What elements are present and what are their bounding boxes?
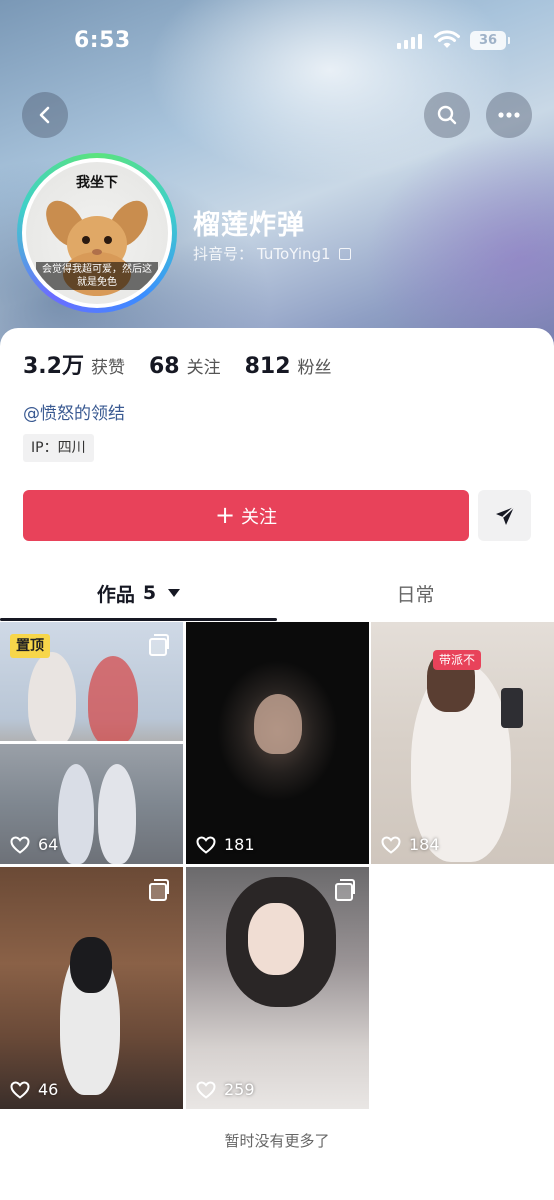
chevron-left-icon: [39, 106, 50, 124]
tab-daily[interactable]: 日常: [277, 566, 554, 620]
like-count: 46: [10, 1080, 58, 1099]
stat-likes-value: 3.2万: [23, 354, 84, 379]
multi-image-icon: [149, 879, 169, 901]
heart-icon: [381, 835, 401, 854]
multi-image-icon: [149, 634, 169, 656]
like-count: 184: [381, 835, 440, 854]
plus-icon: +: [214, 500, 236, 529]
douyin-id[interactable]: 抖音号： TuToYing1: [193, 243, 351, 264]
stat-following-value: 68: [148, 354, 180, 379]
like-count-value: 259: [224, 1080, 255, 1099]
content-tabs: 作品 5 日常: [0, 566, 554, 622]
stat-followers[interactable]: 812 粉丝: [245, 353, 332, 379]
more-button[interactable]: [486, 92, 532, 138]
copy-icon[interactable]: [338, 247, 351, 260]
video-thumbnail[interactable]: 259: [186, 867, 369, 1109]
thumbnail-figure: [58, 764, 94, 864]
tab-daily-label: 日常: [396, 583, 435, 606]
back-button[interactable]: [22, 92, 68, 138]
wifi-icon: [434, 30, 460, 48]
ip-location-badge: IP：四川: [23, 434, 94, 462]
thumbnail-figure: [98, 764, 136, 864]
like-count: 64: [10, 835, 58, 854]
active-tab-indicator: [0, 618, 277, 621]
sticker-text: 带派不: [433, 650, 482, 670]
video-thumbnail[interactable]: 带派不 184: [371, 622, 554, 864]
thumbnail-phone: [501, 688, 523, 728]
video-thumbnail[interactable]: 181: [186, 622, 369, 864]
follow-button-label: 关注: [241, 506, 278, 528]
like-count: 181: [196, 835, 255, 854]
stat-followers-value: 812: [244, 354, 291, 379]
stat-likes[interactable]: 3.2万 获赞: [23, 348, 125, 380]
search-icon: [437, 105, 457, 125]
battery-indicator: 36: [470, 31, 510, 50]
like-count-value: 184: [409, 835, 440, 854]
heart-icon: [196, 1080, 216, 1099]
multi-image-icon: [335, 879, 355, 901]
profile-stats: 3.2万 获赞 68 关注 812 粉丝: [23, 348, 356, 380]
thumbnail-figure: [88, 656, 138, 746]
heart-icon: [10, 835, 30, 854]
search-button[interactable]: [424, 92, 470, 138]
thumbnail-figure: [254, 694, 302, 754]
avatar[interactable]: 我坐下 会觉得我超可爱，然后这就是免色: [17, 153, 177, 313]
caret-down-icon: [168, 589, 181, 597]
thumbnail-face: [248, 903, 304, 975]
tab-works-count: 5: [142, 582, 157, 604]
more-horizontal-icon: [498, 112, 520, 118]
douyin-id-value: TuToYing1: [257, 244, 331, 263]
status-bar: 6:53 36: [0, 0, 554, 84]
video-thumbnail[interactable]: 46: [0, 867, 183, 1109]
tab-works-label: 作品: [96, 583, 135, 606]
pinned-badge: 置顶: [10, 634, 50, 658]
send-icon: [495, 505, 515, 525]
video-thumbnail[interactable]: 置顶 64: [0, 622, 183, 864]
douyin-id-label: 抖音号：: [193, 245, 254, 263]
like-count-value: 46: [38, 1080, 59, 1099]
send-message-button[interactable]: [478, 490, 531, 541]
no-more-content-text: 暂时没有更多了: [224, 1132, 330, 1150]
avatar-image: 我坐下 会觉得我超可爱，然后这就是免色: [26, 162, 168, 304]
stat-likes-label: 获赞: [90, 358, 125, 378]
stat-following[interactable]: 68 关注: [149, 353, 221, 379]
follow-button[interactable]: + 关注: [23, 490, 469, 541]
tab-works[interactable]: 作品 5: [0, 566, 277, 620]
stat-followers-label: 粉丝: [297, 358, 332, 378]
like-count-value: 181: [224, 835, 255, 854]
display-name: 榴莲炸弹: [193, 210, 305, 241]
like-count-value: 64: [38, 835, 59, 854]
thumbnail-figure: [28, 652, 76, 747]
cellular-signal-icon: [397, 33, 422, 49]
bio-mention-link[interactable]: @愤怒的领结: [23, 399, 125, 424]
heart-icon: [196, 835, 216, 854]
thumbnail-hair: [70, 937, 112, 993]
status-time: 6:53: [74, 28, 131, 53]
avatar-caption-bottom: 会觉得我超可爱，然后这就是免色: [36, 262, 158, 290]
like-count: 259: [196, 1080, 255, 1099]
heart-icon: [10, 1080, 30, 1099]
stat-following-label: 关注: [186, 358, 221, 378]
